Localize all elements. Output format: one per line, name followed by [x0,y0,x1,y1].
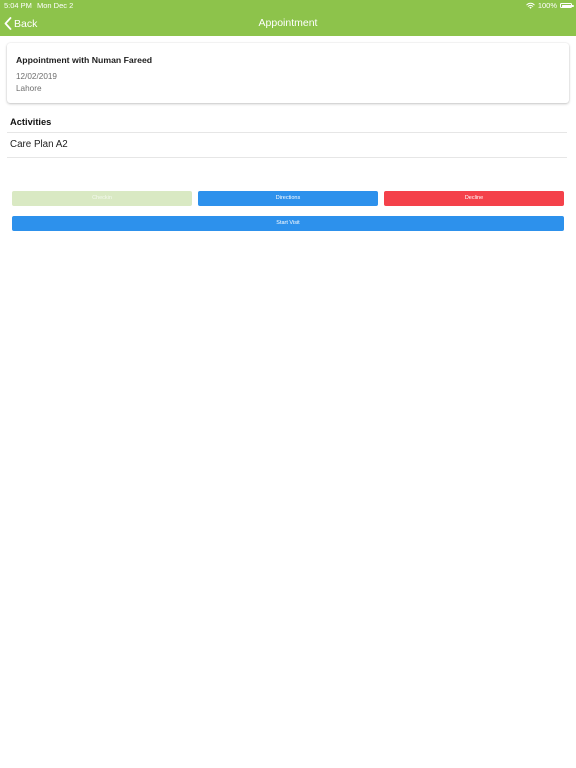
activity-item-care-plan[interactable]: Care Plan A2 [10,139,68,150]
appointment-location: Lahore [16,84,42,93]
status-indicators: 100% [526,0,574,11]
battery-fill [561,4,571,7]
status-bar: 5:04 PM Mon Dec 2 100% [0,0,576,11]
divider [7,157,567,158]
status-date: Mon Dec 2 [37,1,74,10]
directions-button[interactable]: Directions [198,191,378,206]
battery-icon [560,3,574,8]
navigation-bar: Back Appointment [0,11,576,36]
battery-percentage: 100% [537,1,557,10]
activities-heading: Activities [10,117,52,127]
page-title: Appointment [258,17,318,29]
appointment-title: Appointment with Numan Fareed [16,55,153,65]
decline-button[interactable]: Decline [384,191,564,206]
start-visit-button[interactable]: Start Visit [12,216,564,231]
appointment-date: 12/02/2019 [16,72,57,81]
status-time: 5:04 PM [4,1,32,10]
divider [7,132,567,133]
wifi-icon [526,2,535,9]
checkin-button[interactable]: Checkin [12,191,192,206]
appointment-card: Appointment with Numan Fareed 12/02/2019… [7,43,569,103]
